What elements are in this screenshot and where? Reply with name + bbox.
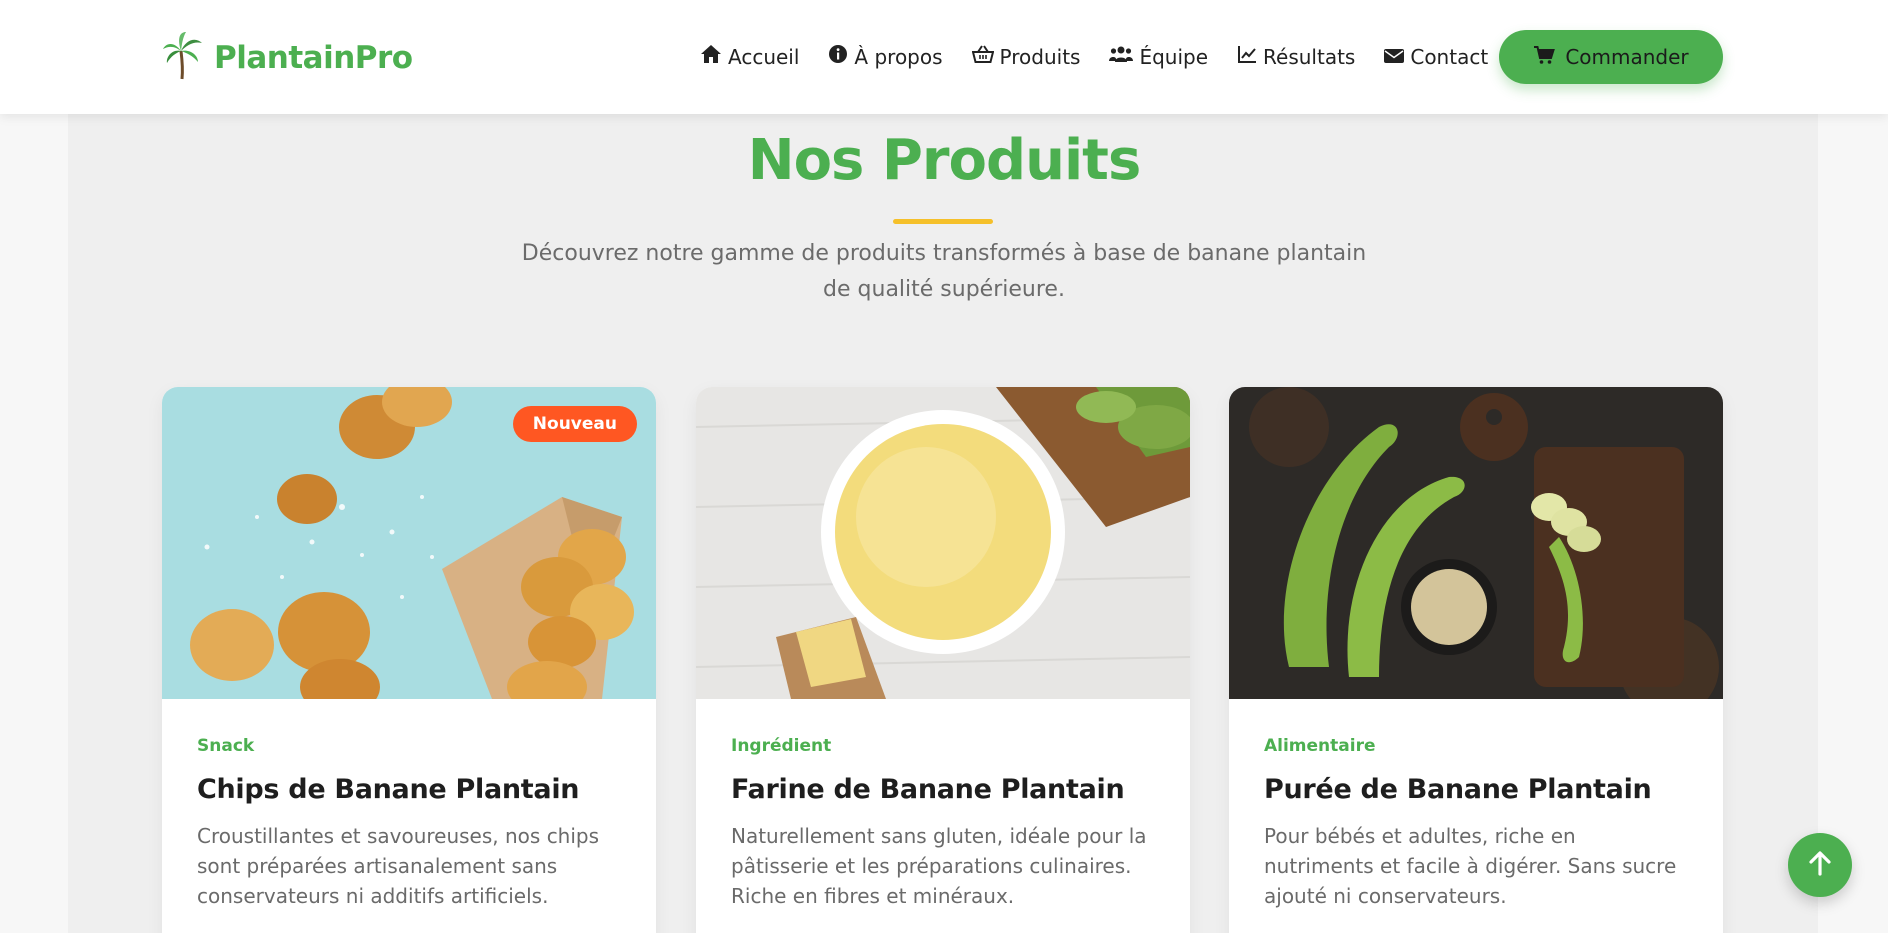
info-circle-icon — [828, 44, 854, 69]
nav-label: Produits — [999, 44, 1081, 69]
nav-item-a-propos[interactable]: À propos — [828, 44, 943, 69]
product-title[interactable]: Purée de Banane Plantain — [1264, 774, 1688, 805]
product-card-farine[interactable]: Ingrédient Farine de Banane Plantain Nat… — [696, 387, 1190, 933]
envelope-icon — [1384, 45, 1410, 69]
nav-item-accueil[interactable]: Accueil — [700, 44, 799, 69]
product-card-puree[interactable]: Alimentaire Purée de Banane Plantain Pou… — [1229, 387, 1723, 933]
product-image-puree — [1229, 387, 1723, 699]
product-title[interactable]: Chips de Banane Plantain — [197, 774, 621, 805]
product-image-farine — [696, 387, 1190, 699]
product-category: Alimentaire — [1264, 736, 1376, 756]
home-icon — [700, 44, 728, 69]
title-underline — [893, 219, 993, 224]
nav-item-equipe[interactable]: Équipe — [1109, 44, 1208, 69]
cart-icon — [1533, 45, 1565, 70]
product-description: Croustillantes et savoureuses, nos chips… — [197, 824, 600, 908]
main-nav: Accueil À propos Produits Équipe Résulta… — [700, 44, 1517, 69]
arrow-up-icon — [1808, 850, 1832, 880]
product-card-chips[interactable]: Nouveau Snack Chips de Banane Plantain C… — [162, 387, 656, 933]
product-category: Snack — [197, 736, 255, 756]
nav-item-produits[interactable]: Produits — [971, 44, 1081, 69]
product-description: Naturellement sans gluten, idéale pour l… — [731, 824, 1147, 908]
palm-tree-icon — [162, 31, 204, 85]
chart-line-icon — [1237, 44, 1263, 69]
product-image-chips: Nouveau — [162, 387, 656, 699]
nav-label: Équipe — [1139, 44, 1209, 69]
section-title: Nos Produits — [747, 128, 1142, 193]
nav-label: Accueil — [728, 44, 800, 69]
nav-label: Résultats — [1263, 44, 1356, 69]
order-button[interactable]: Commander — [1499, 30, 1723, 84]
product-title[interactable]: Farine de Banane Plantain — [731, 774, 1155, 805]
section-subtitle-line1: Découvrez notre gamme de produits transf… — [521, 241, 1367, 266]
users-icon — [1109, 44, 1139, 69]
section-subtitle: Découvrez notre gamme de produits transf… — [494, 236, 1394, 308]
section-subtitle-line2: de qualité supérieure. — [823, 277, 1065, 302]
scroll-top-button[interactable] — [1788, 833, 1852, 897]
new-badge: Nouveau — [512, 406, 637, 442]
product-category: Ingrédient — [731, 736, 832, 756]
order-button-label: Commander — [1565, 45, 1689, 69]
nav-item-contact[interactable]: Contact — [1384, 45, 1488, 69]
product-description: Pour bébés et adultes, riche en nutrimen… — [1264, 824, 1677, 908]
nav-label: À propos — [854, 44, 943, 69]
nav-item-resultats[interactable]: Résultats — [1237, 44, 1355, 69]
brand-name: PlantainPro — [214, 40, 413, 76]
basket-icon — [971, 44, 1000, 69]
site-header: PlantainPro Accueil À propos Produits Éq… — [0, 0, 1888, 114]
brand-logo[interactable]: PlantainPro — [162, 31, 413, 85]
nav-label: Contact — [1410, 44, 1489, 69]
